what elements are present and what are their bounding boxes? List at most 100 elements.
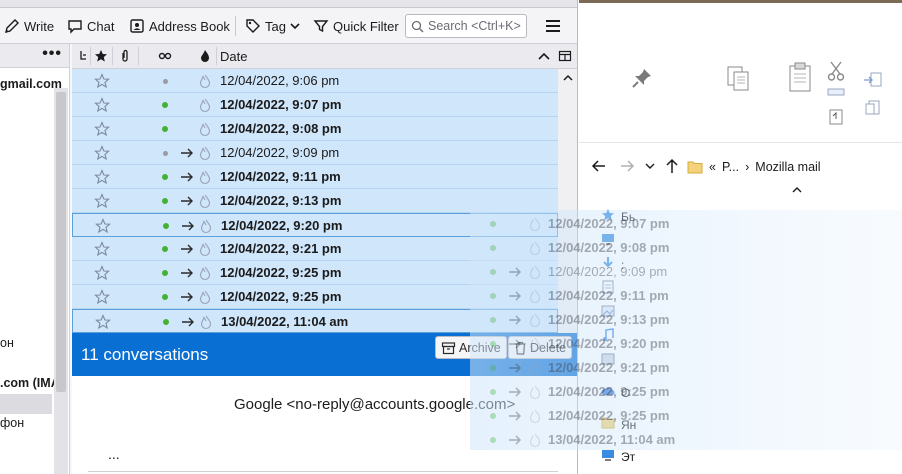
star-icon[interactable] bbox=[93, 289, 111, 305]
star-icon[interactable] bbox=[94, 314, 112, 330]
table-row[interactable]: 12/04/2022, 9:13 pm bbox=[72, 189, 558, 213]
copy-path-icon[interactable] bbox=[827, 87, 845, 97]
unread-dot-icon[interactable] bbox=[162, 198, 168, 204]
unread-dot-icon[interactable] bbox=[163, 223, 169, 229]
unread-dot-icon[interactable] bbox=[163, 319, 169, 325]
junk-flame-icon[interactable] bbox=[198, 97, 212, 113]
junk-flame-icon[interactable] bbox=[198, 121, 212, 137]
folder-item[interactable]: фон bbox=[0, 416, 24, 430]
junk-column-icon[interactable] bbox=[198, 49, 212, 63]
read-dot-icon[interactable] bbox=[163, 79, 168, 84]
junk-flame-icon[interactable] bbox=[198, 169, 212, 185]
table-row[interactable]: 12/04/2022, 9:08 pm bbox=[72, 117, 558, 141]
breadcrumb-overflow[interactable]: « bbox=[709, 160, 716, 174]
nav-pane-item[interactable] bbox=[601, 304, 621, 321]
scrollbar-thumb[interactable] bbox=[56, 92, 66, 392]
sort-ascending-icon[interactable] bbox=[537, 50, 551, 64]
read-dot-icon[interactable] bbox=[163, 151, 168, 156]
nav-pane-item[interactable] bbox=[601, 280, 621, 297]
table-row[interactable]: 12/04/2022, 9:25 pm bbox=[72, 261, 558, 285]
address-book-button[interactable]: Address Book bbox=[129, 15, 230, 37]
junk-flame-icon[interactable] bbox=[198, 241, 212, 257]
address-bar-breadcrumb[interactable]: « P... › Mozilla mail bbox=[687, 155, 902, 179]
attachment-column-icon[interactable] bbox=[118, 49, 132, 63]
table-row[interactable]: 12/04/2022, 9:07 pm bbox=[72, 93, 558, 117]
tag-button[interactable]: Tag bbox=[245, 15, 300, 37]
chat-button[interactable]: Chat bbox=[67, 15, 114, 37]
table-row[interactable]: 12/04/2022, 9:11 pm bbox=[72, 165, 558, 189]
folder-account-gmail[interactable]: gmail.com bbox=[0, 77, 62, 91]
junk-flame-icon[interactable] bbox=[198, 289, 212, 305]
move-to-icon[interactable] bbox=[863, 71, 883, 89]
cut-icon[interactable] bbox=[827, 61, 845, 81]
nav-pane-item[interactable]: : bbox=[601, 256, 624, 273]
unread-dot-icon[interactable] bbox=[162, 294, 168, 300]
up-arrow-icon[interactable] bbox=[665, 158, 679, 174]
quick-filter-button[interactable]: Quick Filter bbox=[313, 15, 399, 37]
junk-flame-icon[interactable] bbox=[199, 314, 213, 330]
more-options-icon[interactable]: ••• bbox=[42, 45, 62, 63]
thread-scrollbar[interactable] bbox=[558, 69, 577, 333]
forward-arrow-icon[interactable] bbox=[619, 158, 635, 174]
unread-dot-icon[interactable] bbox=[162, 270, 168, 276]
nav-pane-item[interactable]: Эт bbox=[601, 448, 635, 465]
breadcrumb-current[interactable]: Mozilla mail bbox=[755, 160, 820, 174]
table-row[interactable]: 13/04/2022, 11:04 am bbox=[72, 309, 558, 333]
star-icon[interactable] bbox=[93, 241, 111, 257]
star-icon[interactable] bbox=[93, 145, 111, 161]
nav-pane-item[interactable]: Ян bbox=[601, 416, 636, 433]
thread-column-icon[interactable] bbox=[77, 49, 91, 63]
recent-locations-chevron-icon[interactable] bbox=[645, 161, 655, 171]
unread-dot-icon[interactable] bbox=[162, 126, 168, 132]
nav-pane-item[interactable] bbox=[601, 328, 621, 345]
read-status-column-icon[interactable] bbox=[158, 49, 172, 63]
copy-to-icon[interactable] bbox=[863, 99, 883, 117]
forwarded-icon bbox=[181, 196, 193, 206]
paste-shortcut-icon[interactable] bbox=[827, 107, 845, 125]
breadcrumb-parent[interactable]: P... bbox=[722, 160, 739, 174]
junk-flame-icon[interactable] bbox=[198, 193, 212, 209]
unread-dot-icon[interactable] bbox=[162, 246, 168, 252]
date-column-label[interactable]: Date bbox=[220, 49, 247, 64]
paste-icon[interactable] bbox=[787, 61, 813, 93]
star-icon[interactable] bbox=[93, 193, 111, 209]
unread-dot-icon[interactable] bbox=[162, 102, 168, 108]
table-row[interactable]: 12/04/2022, 9:09 pm bbox=[72, 141, 558, 165]
junk-flame-icon[interactable] bbox=[198, 73, 212, 89]
back-arrow-icon[interactable] bbox=[591, 158, 607, 174]
junk-flame-icon[interactable] bbox=[199, 218, 213, 234]
scroll-up-icon[interactable] bbox=[562, 73, 574, 83]
folder-scrollbar[interactable] bbox=[54, 88, 68, 474]
delete-button[interactable]: Delete bbox=[508, 336, 573, 359]
chat-label: Chat bbox=[87, 18, 115, 34]
nav-pane-item[interactable]: Бь bbox=[601, 208, 635, 225]
archive-button[interactable]: Archive bbox=[435, 336, 507, 359]
pin-icon[interactable] bbox=[631, 67, 653, 89]
star-column-icon[interactable] bbox=[94, 49, 108, 63]
star-icon[interactable] bbox=[93, 169, 111, 185]
hamburger-menu-icon[interactable] bbox=[543, 17, 563, 35]
table-row[interactable]: 12/04/2022, 9:25 pm bbox=[72, 285, 558, 309]
column-picker-icon[interactable] bbox=[558, 49, 572, 63]
folder-item[interactable]: он bbox=[0, 336, 14, 350]
star-icon[interactable] bbox=[93, 121, 111, 137]
message-more[interactable]: ... bbox=[108, 446, 120, 462]
star-icon[interactable] bbox=[94, 218, 112, 234]
table-row[interactable]: 12/04/2022, 9:21 pm bbox=[72, 237, 558, 261]
collapse-chevron-up-icon[interactable] bbox=[791, 186, 803, 194]
unread-dot-icon[interactable] bbox=[162, 174, 168, 180]
star-icon[interactable] bbox=[93, 265, 111, 281]
copy-icon[interactable] bbox=[725, 64, 751, 92]
write-button[interactable]: Write bbox=[4, 15, 54, 37]
table-row[interactable]: 12/04/2022, 9:06 pm bbox=[72, 69, 558, 93]
star-icon[interactable] bbox=[93, 97, 111, 113]
junk-flame-icon[interactable] bbox=[198, 265, 212, 281]
star-icon[interactable] bbox=[93, 73, 111, 89]
table-row[interactable]: 12/04/2022, 9:20 pm bbox=[72, 213, 558, 237]
folder-account-imap[interactable]: .com (IMA bbox=[0, 376, 60, 390]
junk-flame-icon[interactable] bbox=[198, 145, 212, 161]
nav-pane-item[interactable] bbox=[601, 232, 621, 249]
nav-pane-item[interactable]: O bbox=[601, 384, 630, 401]
search-input[interactable]: Search <Ctrl+K> bbox=[405, 14, 527, 38]
nav-pane-item[interactable] bbox=[601, 352, 621, 369]
